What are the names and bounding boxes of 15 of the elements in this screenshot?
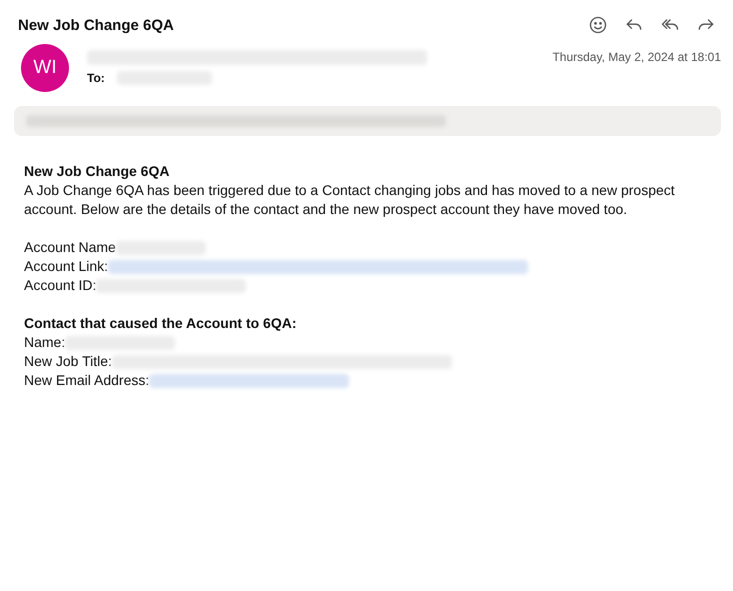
field-label: Account Name — [24, 238, 116, 257]
sender-avatar: WI — [21, 44, 69, 92]
body-paragraph: A Job Change 6QA has been triggered due to a Contact changing jobs and has moved to a new prospect account. Below are the details of the contact and the new prospect account they have moved too. — [24, 181, 676, 219]
field-label: New Job Title: — [24, 352, 112, 371]
email-date: Thursday, May 2, 2024 at 18:01 — [552, 49, 721, 66]
emoji-icon — [588, 15, 608, 35]
field-label: Account ID: — [24, 276, 96, 295]
to-label: To: — [87, 71, 105, 85]
field-label: New Email Address: — [24, 371, 150, 390]
field-label: Name: — [24, 333, 66, 352]
body-heading: New Job Change 6QA — [24, 162, 170, 181]
contact-heading: Contact that caused the Account to 6QA: — [24, 314, 298, 333]
field-label: Account Link: — [24, 257, 108, 276]
emoji-button[interactable] — [587, 14, 609, 36]
email-subject: New Job Change 6QA — [18, 16, 174, 34]
